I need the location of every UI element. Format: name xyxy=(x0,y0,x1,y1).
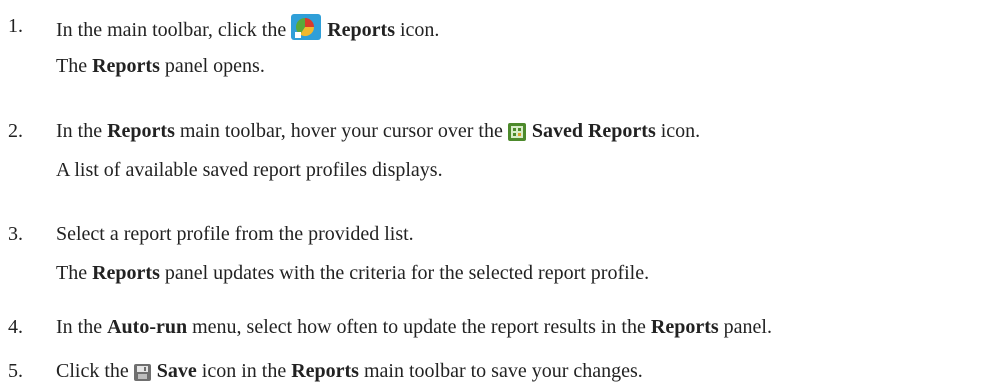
step-number: 2. xyxy=(8,120,23,142)
step-number: 3. xyxy=(8,223,23,245)
step-number: 5. xyxy=(8,360,23,382)
step-result: The Reports panel opens. xyxy=(56,55,265,77)
step-3: 3. Select a report profile from the prov… xyxy=(0,222,1008,292)
step-1: 1. In the main toolbar, click the Report… xyxy=(0,14,1008,84)
step-instruction: In the Auto-run menu, select how often t… xyxy=(56,316,772,338)
step-2: 2. In the Reports main toolbar, hover yo… xyxy=(0,119,1008,189)
reports-icon xyxy=(291,14,322,46)
step-instruction: In the main toolbar, click the Reports i… xyxy=(56,14,439,46)
step-instruction: In the Reports main toolbar, hover your … xyxy=(56,119,700,147)
saved-reports-icon xyxy=(507,123,526,147)
step-instruction: Click the Save icon in the Reports main … xyxy=(56,359,643,387)
procedure-steps: 1. In the main toolbar, click the Report… xyxy=(0,0,1008,389)
step-number: 1. xyxy=(8,15,23,37)
step-result: A list of available saved report profile… xyxy=(56,159,443,181)
step-result: The Reports panel updates with the crite… xyxy=(56,262,650,284)
step-instruction: Select a report profile from the provide… xyxy=(56,223,414,245)
save-icon xyxy=(133,363,151,387)
step-number: 4. xyxy=(8,316,23,338)
step-4: 4. In the Auto-run menu, select how ofte… xyxy=(0,315,1008,345)
step-5: 5. Click the Save icon in the Reports ma… xyxy=(0,359,1008,389)
